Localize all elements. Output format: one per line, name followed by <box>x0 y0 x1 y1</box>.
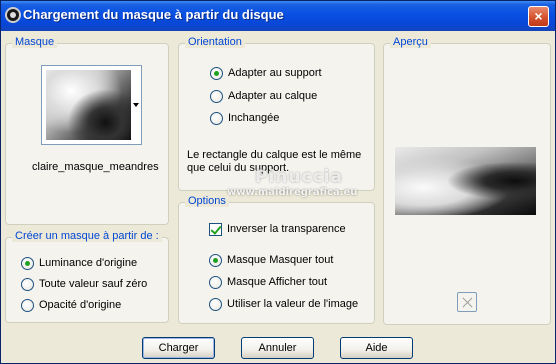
creer-legend: Créer un masque à partir de : <box>12 230 162 242</box>
radio-label: Masque Masquer tout <box>227 254 334 266</box>
mask-thumbnail-dropdown[interactable] <box>41 65 142 145</box>
radio-luminance[interactable]: Luminance d'origine <box>21 255 137 271</box>
radio-afficher-tout[interactable]: Masque Afficher tout <box>209 274 327 290</box>
window-title: Chargement du masque à partir du disque <box>23 7 284 22</box>
radio-label: Adapter au support <box>228 67 322 79</box>
radio-label: Masque Afficher tout <box>227 276 328 288</box>
radio-opacite[interactable]: Opacité d'origine <box>21 297 121 313</box>
charger-button[interactable]: Charger <box>142 337 215 359</box>
radio-masquer-tout[interactable]: Masque Masquer tout <box>209 252 333 268</box>
options-legend: Options <box>185 195 229 207</box>
radio-toute-valeur[interactable]: Toute valeur sauf zéro <box>21 276 147 292</box>
title-bar[interactable]: Chargement du masque à partir du disque … <box>1 1 555 31</box>
radio-indicator[interactable] <box>210 89 223 103</box>
radio-label: Adapter au calque <box>228 90 318 102</box>
radio-indicator[interactable] <box>209 253 222 267</box>
checkbox-indicator[interactable] <box>209 222 222 236</box>
radio-adapter-calque[interactable]: Adapter au calque <box>210 88 317 104</box>
checkbox-label: Inverser la transparence <box>227 223 346 235</box>
radio-indicator[interactable] <box>21 277 34 291</box>
dropdown-arrow-icon <box>133 103 139 107</box>
mask-preview-image <box>395 147 536 215</box>
mask-thumbnail-image <box>46 70 131 140</box>
close-button[interactable]: × <box>528 6 549 27</box>
radio-label: Utiliser la valeur de l'image <box>227 298 359 310</box>
radio-valeur-image[interactable]: Utiliser la valeur de l'image <box>209 296 358 312</box>
radio-indicator[interactable] <box>209 297 222 311</box>
annuler-button[interactable]: Annuler <box>241 337 314 359</box>
radio-label: Opacité d'origine <box>39 299 122 311</box>
checkbox-inverser-transparence[interactable]: Inverser la transparence <box>209 221 346 237</box>
radio-inchangee[interactable]: Inchangée <box>210 110 279 126</box>
radio-label: Toute valeur sauf zéro <box>39 278 148 290</box>
masque-legend: Masque <box>12 36 58 48</box>
radio-label: Luminance d'origine <box>39 257 138 269</box>
radio-indicator[interactable] <box>21 256 34 270</box>
orientation-legend: Orientation <box>185 36 245 48</box>
mask-name-label: claire_masque_meandres <box>32 161 159 173</box>
apercu-legend: Aperçu <box>390 36 431 48</box>
radio-adapter-support[interactable]: Adapter au support <box>210 65 322 81</box>
aide-button[interactable]: Aide <box>340 337 413 359</box>
dialog-window: Chargement du masque à partir du disque … <box>0 0 556 364</box>
radio-indicator[interactable] <box>210 111 223 125</box>
radio-indicator[interactable] <box>209 275 222 289</box>
app-icon <box>5 7 21 23</box>
radio-indicator[interactable] <box>21 298 34 312</box>
radio-label: Inchangée <box>228 112 280 124</box>
radio-indicator[interactable] <box>210 66 223 80</box>
orientation-description: Le rectangle du calque est le même que c… <box>187 149 362 174</box>
preview-toggle-button[interactable] <box>457 292 477 312</box>
